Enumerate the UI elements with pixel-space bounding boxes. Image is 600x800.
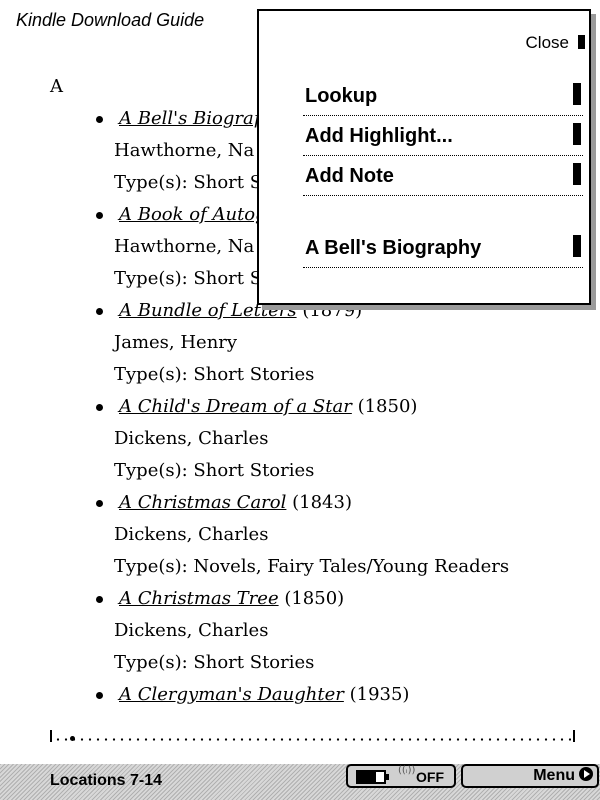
progress-dotted-track — [54, 738, 571, 741]
menu-item-add-note[interactable]: Add Note — [303, 159, 583, 196]
context-menu-popup: Close Lookup Add Highlight... Add Note A… — [257, 9, 591, 305]
book-title-link[interactable]: A Book of Autog — [119, 204, 267, 225]
selection-bar-icon — [573, 83, 581, 105]
battery-icon — [356, 770, 389, 784]
selection-bar-icon — [573, 123, 581, 145]
list-item: A Clergyman's Daughter (1935) — [0, 680, 600, 776]
menu-item-label: Lookup — [305, 85, 378, 107]
bullet-icon — [96, 596, 103, 603]
book-types: Type(s): Short Stories — [114, 652, 315, 673]
book-author: Dickens, Charles — [114, 428, 269, 449]
chevron-right-icon — [579, 767, 593, 781]
reading-progress-bar — [50, 730, 575, 744]
list-item: A Christmas Carol (1843) Dickens, Charle… — [0, 488, 600, 584]
book-year: (1850) — [357, 396, 418, 417]
book-types: Type(s): Novels, Fairy Tales/Young Reade… — [114, 556, 510, 577]
book-year: (1935) — [349, 684, 410, 705]
wireless-icon: ((ᵢ)) — [398, 765, 416, 776]
book-year: (1850) — [284, 588, 345, 609]
book-title-link[interactable]: A Clergyman's Daughter — [119, 684, 344, 705]
book-types: Type(s): Short S — [114, 268, 263, 289]
bullet-icon — [96, 116, 103, 123]
menu-item-label: Add Note — [305, 165, 394, 187]
book-title-link[interactable]: A Christmas Tree — [119, 588, 279, 609]
book-title-link[interactable]: A Bell's Biograp — [119, 108, 265, 129]
selection-bar-icon — [578, 35, 585, 49]
bullet-icon — [96, 404, 103, 411]
battery-wireless-status: ((ᵢ)) OFF — [346, 764, 456, 788]
menu-item-label: Add Highlight... — [305, 125, 453, 147]
list-item: A Christmas Tree (1850) Dickens, Charles… — [0, 584, 600, 680]
close-label: Close — [525, 33, 569, 52]
selection-bar-icon — [573, 163, 581, 185]
kindle-screen: Kindle Download Guide A A Bell's Biograp… — [0, 0, 600, 800]
bullet-icon — [96, 500, 103, 507]
wireless-state: OFF — [416, 769, 444, 785]
bullet-icon — [96, 212, 103, 219]
locations-indicator: Locations 7-14 — [50, 772, 163, 789]
bullet-icon — [96, 308, 103, 315]
book-types: Type(s): Short Stories — [114, 364, 315, 385]
progress-start-tick — [50, 730, 52, 742]
document-title: Kindle Download Guide — [16, 10, 205, 30]
close-button[interactable]: Close — [485, 33, 585, 55]
bullet-icon — [96, 692, 103, 699]
book-year: (1843) — [292, 492, 352, 513]
menu-item-label: A Bell's Biography — [305, 237, 482, 259]
book-author: Hawthorne, Na — [114, 140, 255, 161]
menu-label: Menu — [533, 767, 575, 784]
book-title-link[interactable]: A Christmas Carol — [119, 492, 286, 513]
menu-item-add-highlight[interactable]: Add Highlight... — [303, 119, 583, 156]
menu-button[interactable]: Menu — [461, 764, 599, 788]
book-types: Type(s): Short S — [114, 172, 263, 193]
book-author: Hawthorne, Na — [114, 236, 255, 257]
book-author: Dickens, Charles — [114, 620, 269, 641]
selection-bar-icon — [573, 235, 581, 257]
section-letter: A — [50, 76, 63, 97]
menu-item-lookup[interactable]: Lookup — [303, 79, 583, 116]
book-author: James, Henry — [114, 332, 238, 353]
status-bar: Locations 7-14 ((ᵢ)) OFF Menu — [0, 764, 600, 800]
progress-end-tick — [573, 730, 575, 742]
book-types: Type(s): Short Stories — [114, 460, 315, 481]
list-item: A Bundle of Letters (1879) James, Henry … — [0, 296, 600, 392]
book-title-link[interactable]: A Child's Dream of a Star — [119, 396, 352, 417]
menu-item-follow-link[interactable]: A Bell's Biography — [303, 231, 583, 268]
book-author: Dickens, Charles — [114, 524, 269, 545]
list-item: A Child's Dream of a Star (1850) Dickens… — [0, 392, 600, 488]
